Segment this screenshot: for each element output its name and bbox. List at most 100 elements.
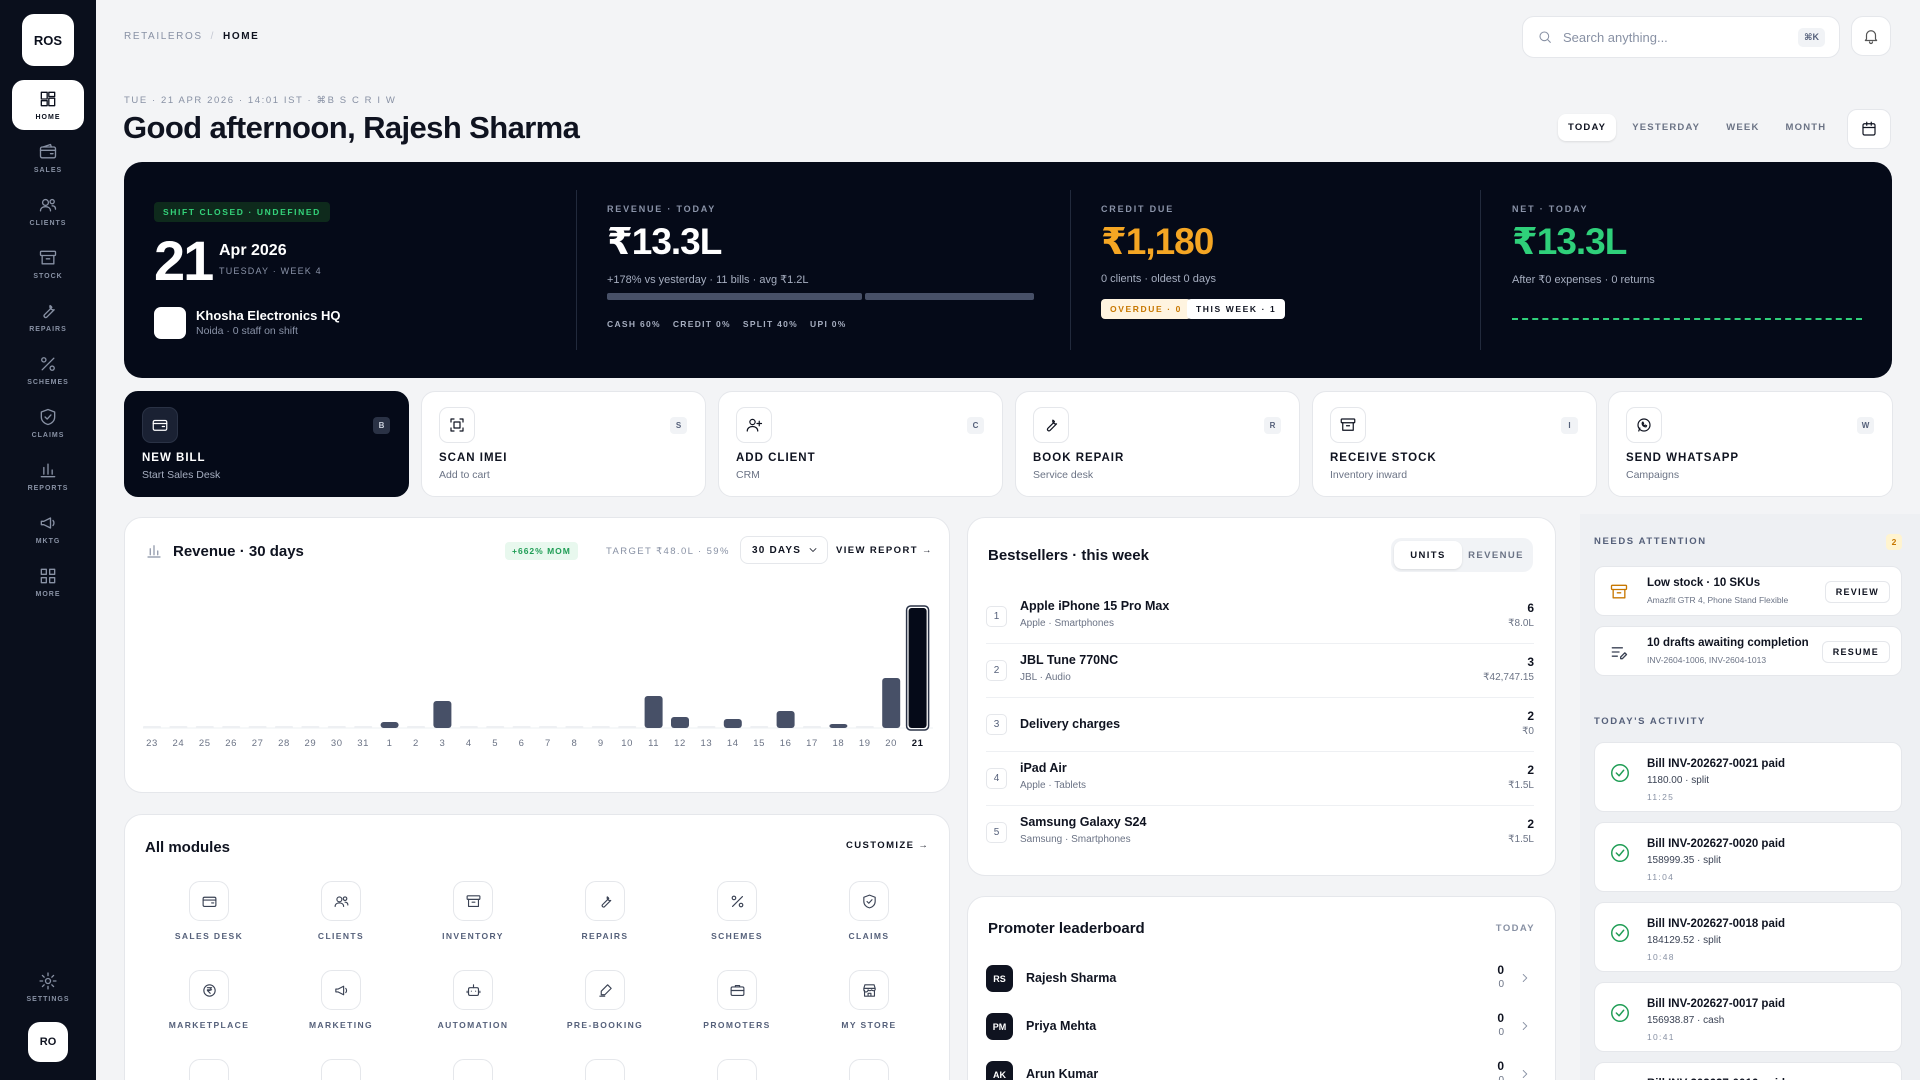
module-marketing[interactable]: MARKETING bbox=[275, 970, 407, 1030]
review-button[interactable]: REVIEW bbox=[1824, 581, 1890, 603]
chart-bar[interactable] bbox=[803, 726, 821, 728]
range-yesterday[interactable]: YESTERDAY bbox=[1622, 114, 1710, 141]
module-promoters[interactable]: PROMOTERS bbox=[671, 970, 803, 1030]
sidebar-item-home[interactable]: HOME bbox=[12, 80, 84, 130]
calendar-button[interactable] bbox=[1847, 109, 1891, 149]
customize-link[interactable]: CUSTOMIZE → bbox=[846, 840, 929, 851]
chart-bar[interactable] bbox=[275, 726, 293, 728]
module-claims[interactable]: CLAIMS bbox=[803, 881, 935, 941]
period-dropdown[interactable]: 30 DAYS bbox=[740, 536, 828, 564]
sidebar-item-more[interactable]: MORE bbox=[12, 557, 84, 607]
sidebar-item-repairs[interactable]: REPAIRS bbox=[12, 292, 84, 342]
leaderboard-period[interactable]: TODAY bbox=[1496, 923, 1535, 934]
module-marketplace[interactable]: MARKETPLACE bbox=[143, 970, 275, 1030]
sidebar-item-stock[interactable]: STOCK bbox=[12, 239, 84, 289]
module-tile[interactable] bbox=[143, 1059, 275, 1080]
activity-item[interactable]: Bill INV-202627-0021 paid 1180.00 · split… bbox=[1594, 742, 1902, 812]
new-bill-button[interactable]: B NEW BILL Start Sales Desk bbox=[124, 391, 409, 497]
range-month[interactable]: MONTH bbox=[1776, 114, 1837, 141]
module-tile[interactable] bbox=[275, 1059, 407, 1080]
sidebar-item-clients[interactable]: CLIENTS bbox=[12, 186, 84, 236]
range-today[interactable]: TODAY bbox=[1558, 114, 1617, 141]
leaderboard-row[interactable]: AK Arun Kumar 0 0 bbox=[986, 1053, 1534, 1080]
sidebar-item-claims[interactable]: CLAIMS bbox=[12, 398, 84, 448]
activity-item[interactable]: Bill INV-202627-0020 paid 158999.35 · spl… bbox=[1594, 822, 1902, 892]
module-clients[interactable]: CLIENTS bbox=[275, 881, 407, 941]
sidebar-item-sales[interactable]: SALES bbox=[12, 133, 84, 183]
module-tile[interactable] bbox=[539, 1059, 671, 1080]
chart-bar[interactable] bbox=[380, 722, 399, 728]
user-avatar[interactable]: RO bbox=[28, 1022, 68, 1062]
leaderboard-row[interactable]: PM Priya Mehta 0 0 bbox=[986, 1005, 1534, 1053]
receive-stock-button[interactable]: I RECEIVE STOCK Inventory inward bbox=[1312, 391, 1597, 497]
module-pre-booking[interactable]: PRE-BOOKING bbox=[539, 970, 671, 1030]
chart-bar[interactable] bbox=[723, 719, 742, 728]
app-logo[interactable]: ROS bbox=[22, 14, 74, 66]
chart-bar[interactable] bbox=[697, 726, 716, 728]
module-tile[interactable] bbox=[803, 1059, 935, 1080]
activity-item[interactable]: Bill INV-202627-0017 paid 156938.87 · cas… bbox=[1594, 982, 1902, 1052]
leaderboard-row[interactable]: RS Rajesh Sharma 0 0 bbox=[986, 957, 1534, 1005]
attention-item-drafts[interactable]: 10 drafts awaiting completion INV-2604-1… bbox=[1594, 626, 1902, 676]
scan-imei-button[interactable]: S SCAN IMEI Add to cart bbox=[421, 391, 706, 497]
sidebar-item-schemes[interactable]: SCHEMES bbox=[12, 345, 84, 395]
module-tile[interactable] bbox=[671, 1059, 803, 1080]
search-input[interactable]: Search anything... ⌘K bbox=[1522, 16, 1840, 58]
chart-bar[interactable] bbox=[459, 726, 478, 728]
module-automation[interactable]: AUTOMATION bbox=[407, 970, 539, 1030]
chart-bar[interactable] bbox=[407, 726, 425, 728]
chart-bar[interactable] bbox=[829, 724, 848, 728]
range-week[interactable]: WEEK bbox=[1716, 114, 1769, 141]
bestseller-row[interactable]: 1 Apple iPhone 15 Pro Max Apple · Smartpho… bbox=[986, 590, 1534, 644]
chart-bar[interactable] bbox=[591, 726, 610, 728]
chart-bar[interactable] bbox=[750, 726, 769, 728]
chart-bar[interactable] bbox=[486, 726, 505, 728]
chart-bar[interactable] bbox=[327, 726, 346, 728]
module-tile[interactable] bbox=[407, 1059, 539, 1080]
bestseller-row[interactable]: 3 Delivery charges 2 ₹0 bbox=[986, 698, 1534, 752]
chart-bar[interactable] bbox=[776, 711, 795, 728]
chart-bar[interactable] bbox=[618, 726, 637, 728]
resume-button[interactable]: RESUME bbox=[1821, 641, 1890, 663]
attention-item-low-stock[interactable]: Low stock · 10 SKUs Amazfit GTR 4, Phone… bbox=[1594, 566, 1902, 616]
chart-bar[interactable] bbox=[855, 726, 874, 728]
sidebar-item-reports[interactable]: REPORTS bbox=[12, 451, 84, 501]
overdue-tag[interactable]: OVERDUE · 0 bbox=[1101, 299, 1191, 319]
module-inventory[interactable]: INVENTORY bbox=[407, 881, 539, 941]
activity-item[interactable]: Bill INV-202627-0018 paid 184129.52 · spl… bbox=[1594, 902, 1902, 972]
add-client-button[interactable]: C ADD CLIENT CRM bbox=[718, 391, 1003, 497]
module-schemes[interactable]: SCHEMES bbox=[671, 881, 803, 941]
store-name[interactable]: Khosha Electronics HQ bbox=[196, 308, 340, 323]
book-repair-button[interactable]: R BOOK REPAIR Service desk bbox=[1015, 391, 1300, 497]
chart-bar[interactable] bbox=[565, 726, 584, 728]
chart-bar[interactable] bbox=[143, 726, 161, 728]
sidebar-item-settings[interactable]: SETTINGS bbox=[12, 962, 84, 1012]
chart-bar[interactable] bbox=[354, 726, 373, 728]
tab-units[interactable]: UNITS bbox=[1394, 541, 1462, 569]
module-sales-desk[interactable]: SALES DESK bbox=[143, 881, 275, 941]
bestseller-row[interactable]: 4 iPad Air Apple · Tablets 2 ₹1.5L bbox=[986, 752, 1534, 806]
send-whatsapp-button[interactable]: W SEND WHATSAPP Campaigns bbox=[1608, 391, 1893, 497]
chart-bar[interactable] bbox=[512, 726, 531, 728]
module-repairs[interactable]: REPAIRS bbox=[539, 881, 671, 941]
chart-bar[interactable] bbox=[301, 726, 320, 728]
notifications-button[interactable] bbox=[1851, 16, 1891, 56]
chart-bar[interactable] bbox=[908, 608, 927, 728]
chart-bar[interactable] bbox=[195, 726, 214, 728]
sidebar-item-mktg[interactable]: MKTG bbox=[12, 504, 84, 554]
bestseller-row[interactable]: 2 JBL Tune 770NC JBL · Audio 3 ₹42,747.15 bbox=[986, 644, 1534, 698]
chart-bar[interactable] bbox=[222, 726, 241, 728]
module-my-store[interactable]: MY STORE bbox=[803, 970, 935, 1030]
chart-bar[interactable] bbox=[882, 678, 901, 728]
chart-bar[interactable] bbox=[671, 717, 689, 728]
chart-bar[interactable] bbox=[433, 701, 452, 728]
chart-bar[interactable] bbox=[539, 726, 557, 728]
this-week-tag[interactable]: THIS WEEK · 1 bbox=[1187, 299, 1286, 319]
breadcrumb-root[interactable]: RETAILEROS bbox=[124, 31, 203, 42]
chart-bar[interactable] bbox=[644, 696, 663, 728]
bestseller-row[interactable]: 5 Samsung Galaxy S24 Samsung · Smartphones… bbox=[986, 806, 1534, 860]
view-report-link[interactable]: VIEW REPORT → bbox=[836, 545, 933, 556]
chart-bar[interactable] bbox=[248, 726, 267, 728]
tab-revenue[interactable]: REVENUE bbox=[1462, 541, 1530, 569]
activity-item[interactable]: Bill INV-202627-0016 paid bbox=[1594, 1062, 1902, 1080]
